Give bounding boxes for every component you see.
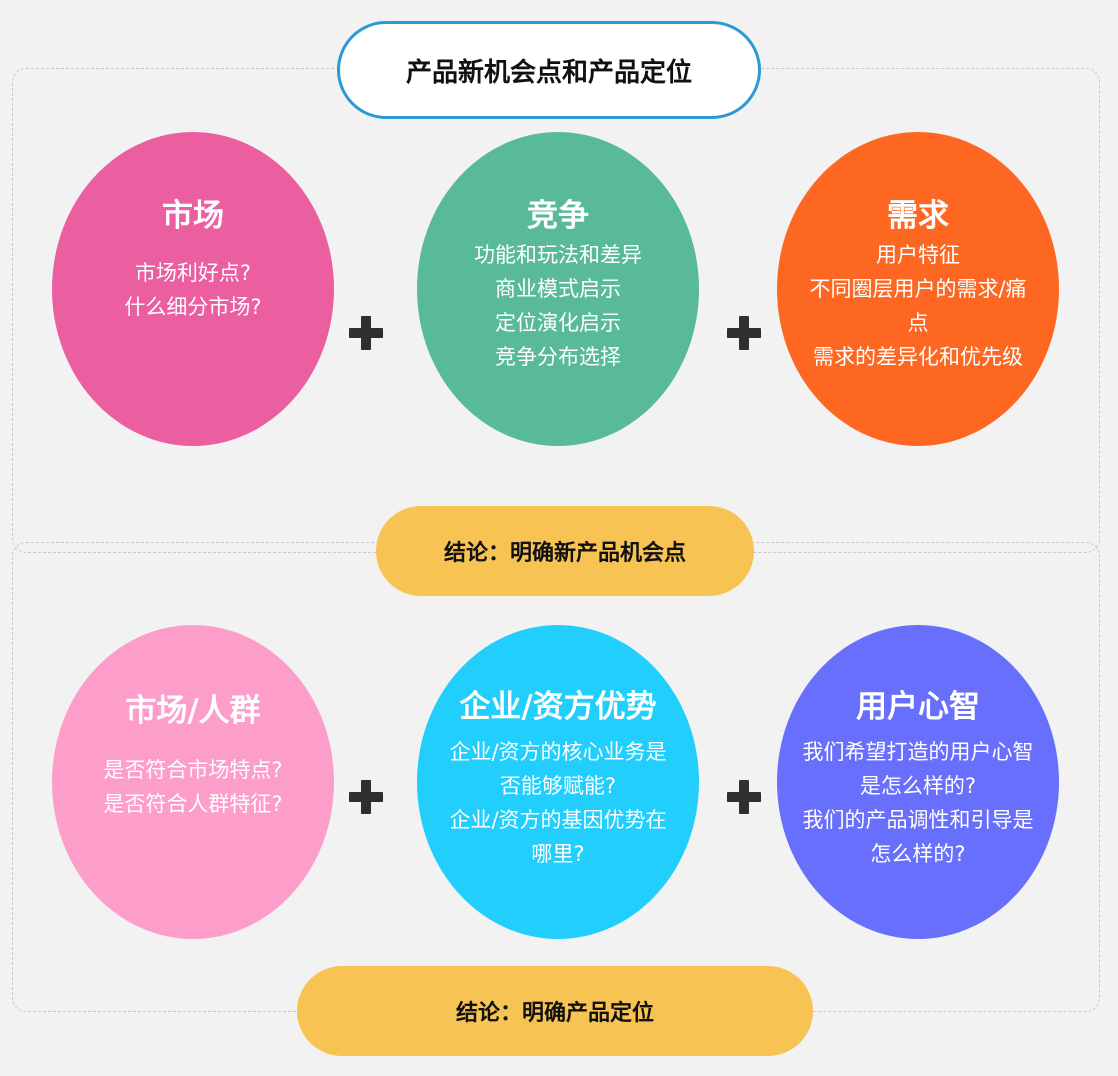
circle-heading: 需求 <box>887 198 949 234</box>
circle-text-line: 我们的产品调性和引导是 <box>802 808 1034 832</box>
plus-icon <box>727 316 761 350</box>
plus-icon <box>349 780 383 814</box>
circle-text-line: 不同圈层用户的需求/痛 <box>809 277 1027 301</box>
market-circle: 市场 市场利好点? 什么细分市场? <box>52 132 334 446</box>
circle-text: 企业/资方的核心业务是 否能够赋能? 企业/资方的基因优势在 哪里? <box>417 735 699 871</box>
circle-text-line: 点 <box>907 311 929 335</box>
circle-text-line: 是怎么样的? <box>859 774 977 798</box>
circle-heading: 市场/人群 <box>125 693 261 729</box>
circle-text-line: 商业模式启示 <box>495 277 621 301</box>
circle-text-line: 定位演化启示 <box>495 311 621 335</box>
user-mindset-circle: 用户心智 我们希望打造的用户心智 是怎么样的? 我们的产品调性和引导是 怎么样的… <box>777 625 1059 939</box>
circle-text-line: 我们希望打造的用户心智 <box>802 740 1034 764</box>
circle-text-line: 是否符合市场特点? <box>103 758 283 782</box>
circle-text-line: 什么细分市场? <box>124 295 262 319</box>
circle-text-line: 企业/资方的核心业务是 <box>449 740 667 764</box>
conclusion-pill-1: 结论：明确新产品机会点 <box>376 506 754 596</box>
circle-text-line: 需求的差异化和优先级 <box>813 345 1023 369</box>
circle-text-line: 企业/资方的基因优势在 <box>449 808 667 832</box>
circle-text-line: 竞争分布选择 <box>495 345 621 369</box>
plus-icon <box>727 780 761 814</box>
circle-text: 功能和玩法和差异 商业模式启示 定位演化启示 竞争分布选择 <box>417 238 699 374</box>
circle-heading: 企业/资方优势 <box>459 689 657 725</box>
conclusion-pill-2: 结论：明确产品定位 <box>297 966 813 1056</box>
circle-text-line: 市场利好点? <box>134 261 252 285</box>
circle-text-line: 哪里? <box>531 842 585 866</box>
plus-icon <box>349 316 383 350</box>
circle-text-line: 怎么样的? <box>870 842 966 866</box>
circle-text: 市场利好点? 什么细分市场? <box>52 256 334 324</box>
circle-heading: 竞争 <box>527 198 589 234</box>
circle-text-line: 是否符合人群特征? <box>103 792 283 816</box>
circle-text-line: 否能够赋能? <box>499 774 617 798</box>
diagram-title: 产品新机会点和产品定位 <box>337 21 761 119</box>
circle-text: 用户特征 不同圈层用户的需求/痛 点 需求的差异化和优先级 <box>777 238 1059 374</box>
circle-text: 是否符合市场特点? 是否符合人群特征? <box>52 753 334 821</box>
demand-circle: 需求 用户特征 不同圈层用户的需求/痛 点 需求的差异化和优先级 <box>777 132 1059 446</box>
market-crowd-circle: 市场/人群 是否符合市场特点? 是否符合人群特征? <box>52 625 334 939</box>
circle-heading: 用户心智 <box>856 689 980 725</box>
competition-circle: 竞争 功能和玩法和差异 商业模式启示 定位演化启示 竞争分布选择 <box>417 132 699 446</box>
circle-heading: 市场 <box>162 198 224 234</box>
circle-text-line: 用户特征 <box>876 243 960 267</box>
enterprise-advantage-circle: 企业/资方优势 企业/资方的核心业务是 否能够赋能? 企业/资方的基因优势在 哪… <box>417 625 699 939</box>
circle-text: 我们希望打造的用户心智 是怎么样的? 我们的产品调性和引导是 怎么样的? <box>777 735 1059 871</box>
circle-text-line: 功能和玩法和差异 <box>474 243 642 267</box>
